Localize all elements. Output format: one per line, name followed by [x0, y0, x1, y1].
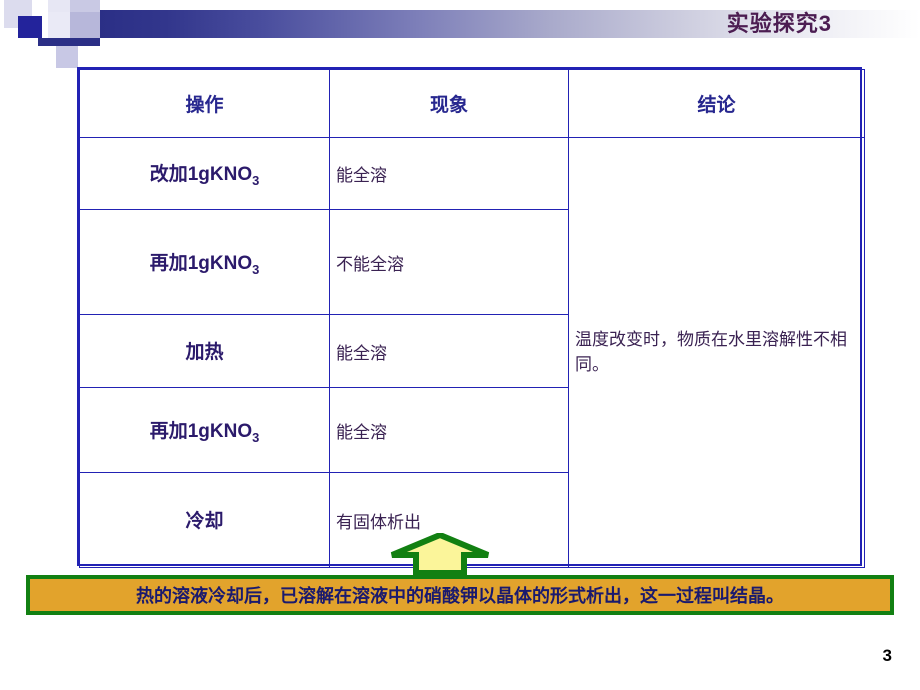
cell-conclusion: 温度改变时，物质在水里溶解性不相同。: [568, 137, 865, 568]
operation-text: 再加1gKNO: [149, 420, 253, 442]
deco-square-pale-3: [70, 0, 100, 12]
cell-operation: 改加1gKNO3: [79, 137, 330, 210]
operation-subscript: 3: [252, 429, 260, 445]
column-header-phenomenon: 现象: [329, 69, 569, 138]
operation-text: 改加1gKNO: [149, 164, 253, 186]
cell-operation: 冷却: [79, 472, 330, 568]
cell-operation: 再加1gKNO3: [79, 209, 330, 315]
deco-square-mid-3: [56, 46, 78, 68]
cell-operation: 加热: [79, 314, 330, 388]
header-bar-foot: [38, 38, 100, 46]
cell-phenomenon: 能全溶: [329, 314, 569, 388]
page-number: 3: [882, 646, 892, 665]
cell-phenomenon: 能全溶: [329, 387, 569, 473]
cell-operation: 再加1gKNO3: [79, 387, 330, 473]
experiment-table: 操作 现象 结论 改加1gKNO3 能全溶 温度改变时，物质在水里溶解性不相同。…: [77, 67, 865, 568]
column-header-conclusion: 结论: [568, 69, 865, 138]
table-header-row: 操作 现象 结论: [79, 69, 865, 138]
operation-subscript: 3: [252, 261, 260, 277]
callout-box: 热的溶液冷却后，已溶解在溶液中的硝酸钾以晶体的形式析出，这一过程叫结晶。: [26, 575, 894, 615]
deco-square-pale-4: [48, 12, 70, 38]
operation-text: 冷却: [185, 510, 224, 532]
table-row: 改加1gKNO3 能全溶 温度改变时，物质在水里溶解性不相同。: [79, 137, 865, 568]
operation-text: 加热: [185, 341, 224, 363]
cell-phenomenon: 不能全溶: [329, 209, 569, 315]
callout-text: 热的溶液冷却后，已溶解在溶液中的硝酸钾以晶体的形式析出，这一过程叫结晶。: [136, 586, 784, 606]
up-arrow-icon: [390, 533, 490, 575]
header-band: 实验探究3: [0, 0, 920, 68]
cell-phenomenon: 能全溶: [329, 137, 569, 210]
deco-square-mid-1: [70, 12, 100, 38]
operation-subscript: 3: [252, 172, 260, 188]
operation-text: 再加1gKNO: [149, 252, 253, 274]
deco-square-dark: [18, 16, 42, 38]
page-title: 实验探究3: [726, 11, 832, 36]
column-header-operation: 操作: [79, 69, 330, 138]
